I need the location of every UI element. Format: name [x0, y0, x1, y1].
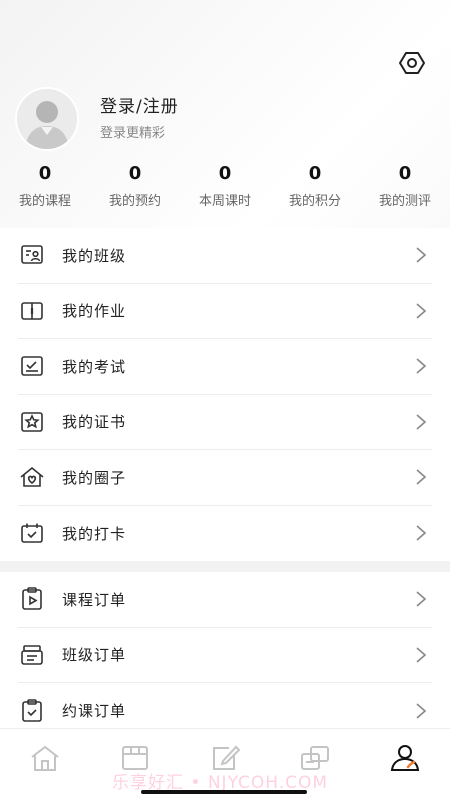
profile-header: 登录/注册 登录更精彩 0 我的课程 0 我的预约 0 本周课时 0 我的积分 … — [0, 0, 450, 228]
menu-item-my-class[interactable]: 我的班级 — [18, 228, 432, 284]
certificate-icon — [18, 408, 46, 436]
stat-label: 我的预约 — [108, 194, 161, 209]
login-subtitle: 登录更精彩 — [100, 126, 166, 141]
stat-label: 我的积分 — [288, 194, 341, 209]
stat-my-assessments[interactable]: 0 我的测评 — [360, 160, 450, 220]
menu-item-label: 我的考试 — [62, 357, 127, 376]
chevron-right-icon — [416, 647, 427, 663]
exam-icon — [18, 352, 46, 380]
stat-value: 0 — [38, 163, 52, 184]
stat-value: 0 — [398, 163, 412, 184]
booking-order-icon — [18, 697, 46, 725]
course-order-icon — [18, 585, 46, 613]
menu-item-class-order[interactable]: 班级订单 — [18, 628, 432, 683]
stat-my-points[interactable]: 0 我的积分 — [270, 160, 360, 220]
stats-row: 0 我的课程 0 我的预约 0 本周课时 0 我的积分 0 我的测评 — [0, 160, 450, 220]
chevron-right-icon — [416, 591, 427, 607]
menu-item-label: 我的证书 — [62, 413, 127, 432]
class-icon — [18, 241, 46, 269]
stat-value: 0 — [308, 163, 322, 184]
settings-icon — [399, 52, 425, 74]
tab-profile[interactable] — [360, 729, 450, 787]
chevron-right-icon — [416, 247, 427, 263]
menu-item-my-certificate[interactable]: 我的证书 — [18, 395, 432, 450]
tab-community[interactable] — [270, 729, 360, 787]
stat-my-bookings[interactable]: 0 我的预约 — [90, 160, 180, 220]
tab-catalog[interactable] — [90, 729, 180, 787]
community-icon — [301, 746, 329, 770]
chevron-right-icon — [416, 303, 427, 319]
login-register-link[interactable]: 登录/注册 — [100, 92, 179, 117]
menu-item-my-circle[interactable]: 我的圈子 — [18, 450, 432, 506]
stat-label: 本周课时 — [198, 194, 251, 209]
menu-group-orders: 课程订单 班级订单 约课订单 — [0, 572, 450, 728]
menu-item-label: 我的圈子 — [62, 468, 127, 487]
settings-button[interactable] — [398, 50, 426, 76]
home-indicator — [141, 790, 307, 794]
stat-value: 0 — [218, 163, 232, 184]
home-icon — [31, 745, 59, 771]
checkin-icon — [18, 519, 46, 547]
menu-item-label: 班级订单 — [62, 646, 127, 665]
menu-item-label: 我的打卡 — [62, 524, 127, 543]
stat-label: 我的课程 — [18, 194, 71, 209]
stat-label: 我的测评 — [378, 194, 431, 209]
menu-item-booking-order[interactable]: 约课订单 — [18, 683, 432, 728]
profile-icon — [390, 745, 420, 771]
class-order-icon — [18, 641, 46, 669]
menu-item-label: 我的班级 — [62, 246, 127, 265]
tab-home[interactable] — [0, 729, 90, 787]
menu-item-label: 课程订单 — [62, 590, 127, 609]
menu-item-label: 约课订单 — [62, 702, 127, 721]
tab-write[interactable] — [180, 729, 270, 787]
chevron-right-icon — [416, 358, 427, 374]
menu-item-my-exam[interactable]: 我的考试 — [18, 339, 432, 395]
homework-icon — [18, 297, 46, 325]
menu-item-course-order[interactable]: 课程订单 — [18, 572, 432, 628]
circle-icon — [18, 463, 46, 491]
default-avatar-icon — [17, 89, 77, 149]
stat-weekly-hours[interactable]: 0 本周课时 — [180, 160, 270, 220]
chevron-right-icon — [416, 469, 427, 485]
menu-item-label: 我的作业 — [62, 302, 127, 321]
menu-group-learning: 我的班级 我的作业 我的考试 我的证书 我的圈子 我的打卡 — [0, 228, 450, 561]
catalog-icon — [122, 746, 148, 770]
avatar[interactable] — [15, 87, 79, 151]
menu-item-my-checkin[interactable]: 我的打卡 — [18, 506, 432, 562]
chevron-right-icon — [416, 525, 427, 541]
stat-value: 0 — [128, 163, 142, 184]
edit-icon — [213, 745, 241, 770]
chevron-right-icon — [416, 414, 427, 430]
stat-my-courses[interactable]: 0 我的课程 — [0, 160, 90, 220]
chevron-right-icon — [416, 703, 427, 719]
menu-item-my-homework[interactable]: 我的作业 — [18, 284, 432, 339]
